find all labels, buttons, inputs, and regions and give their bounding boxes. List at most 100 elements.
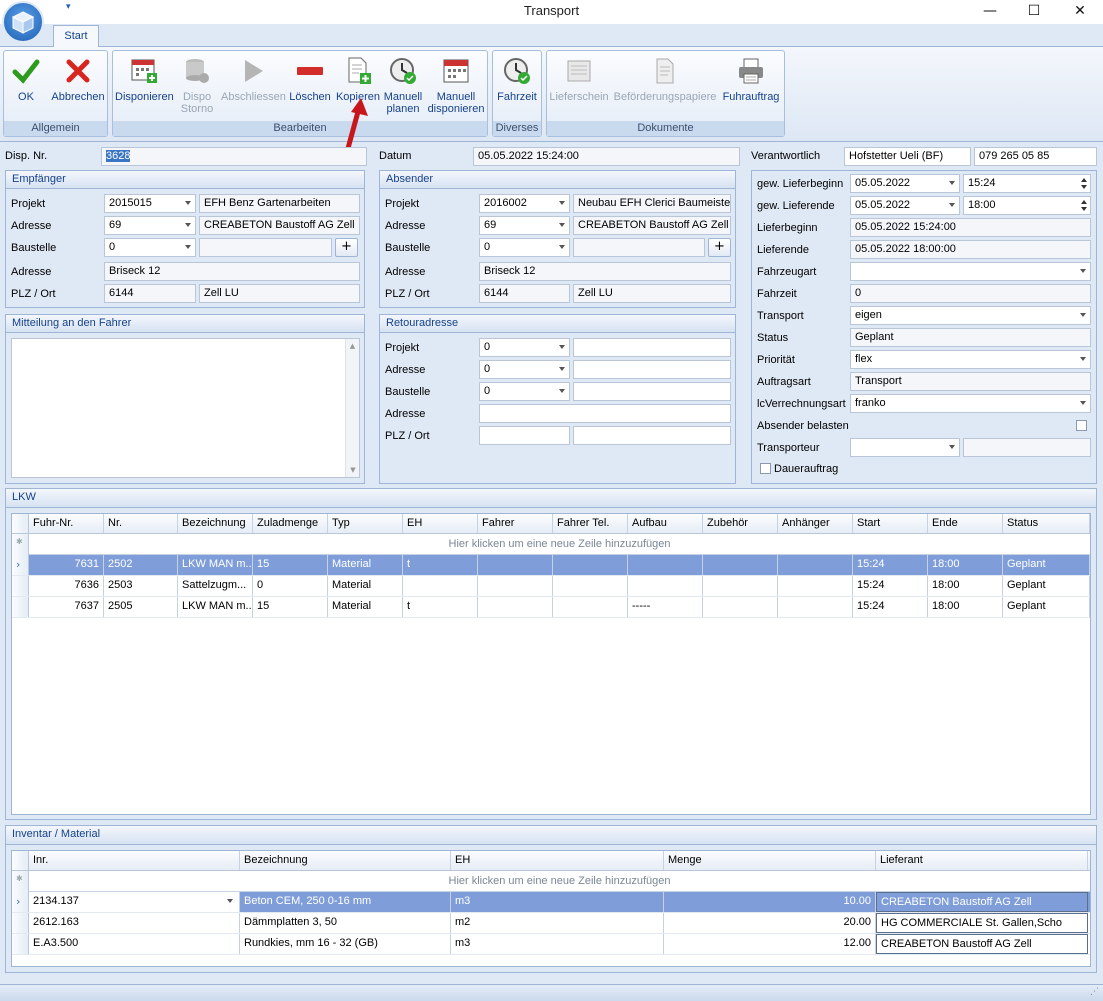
group-label: Allgemein xyxy=(4,121,107,136)
table-row[interactable]: 2612.163 Dämmplatten 3, 50 m2 20.00 HG COMME… xyxy=(12,913,1090,934)
manuell-planen-button[interactable]: Manuell planen xyxy=(383,55,423,115)
app-cube-icon[interactable] xyxy=(2,1,44,43)
column-header[interactable]: Inr. xyxy=(29,851,240,870)
lieferschein-button[interactable]: Lieferschein xyxy=(549,55,609,103)
disp-nr-field[interactable]: 3628 xyxy=(101,147,367,166)
minimize-button[interactable]: — xyxy=(967,0,1013,22)
retour-strasse-field[interactable] xyxy=(479,404,731,423)
empfaenger-baustelle-name xyxy=(199,238,332,257)
close-button[interactable]: ✕ xyxy=(1057,0,1103,22)
column-header[interactable]: Start xyxy=(853,514,928,533)
resize-grip-icon[interactable]: ⋰ xyxy=(1090,987,1099,997)
retour-baustelle-name[interactable] xyxy=(573,382,731,401)
column-header[interactable]: Bezeichnung xyxy=(240,851,451,870)
inventar-grid[interactable]: Inr. Bezeichnung EH Menge Lieferant ✱ Hier kli… xyxy=(11,850,1091,967)
fahrzeit-button[interactable]: Fahrzeit xyxy=(495,55,539,103)
column-header[interactable]: Status xyxy=(1003,514,1090,533)
chevron-down-icon[interactable] xyxy=(227,899,233,903)
vertical-scrollbar[interactable]: ▲ ▼ xyxy=(345,339,359,477)
dispo-storno-button[interactable]: Dispo Storno xyxy=(177,55,217,115)
manuell-label: Manuell xyxy=(383,91,423,103)
column-header[interactable]: Fahrer xyxy=(478,514,553,533)
column-header[interactable]: Typ xyxy=(328,514,403,533)
retour-projekt-name[interactable] xyxy=(573,338,731,357)
gew-lieferbeginn-date[interactable]: 05.05.2022 xyxy=(850,174,960,193)
table-row[interactable]: E.A3.500 Rundkies, mm 16 - 32 (GB) m3 12.00… xyxy=(12,934,1090,955)
absender-projekt-combo[interactable]: 2016002 xyxy=(479,194,570,213)
maximize-button[interactable]: ☐ xyxy=(1011,0,1057,22)
column-header[interactable]: EH xyxy=(403,514,478,533)
new-row[interactable]: ✱ Hier klicken um eine neue Zeile hinzuzu… xyxy=(12,534,1090,555)
table-row[interactable]: › 2134.137 Beton CEM, 250 0-16 mm m3 10.00 CR… xyxy=(12,892,1090,913)
column-header[interactable]: Bezeichnung xyxy=(178,514,253,533)
verantwortlich-field[interactable]: Hofstetter Ueli (BF) xyxy=(844,147,971,166)
plz-ort-label: PLZ / Ort xyxy=(385,430,430,442)
loeschen-button[interactable]: Löschen xyxy=(289,55,331,103)
abschliessen-button[interactable]: Abschliessen xyxy=(221,55,286,103)
verrechnungsart-combo[interactable]: franko xyxy=(850,394,1091,413)
empfaenger-projekt-combo[interactable]: 2015015 xyxy=(104,194,196,213)
table-row[interactable]: 7637 2505 LKW MAN m... 15 Material t ----- 15:2… xyxy=(12,597,1090,618)
table-cell: m3 xyxy=(451,892,664,912)
retour-projekt-combo[interactable]: 0 xyxy=(479,338,570,357)
spinner-value: 15:24 xyxy=(968,177,996,189)
projekt-label: Projekt xyxy=(385,198,420,210)
retour-ort-field[interactable] xyxy=(573,426,731,445)
spin-down-icon[interactable] xyxy=(1081,185,1087,189)
fuhrauftrag-button[interactable]: Fuhrauftrag xyxy=(720,55,782,103)
column-header[interactable]: Ende xyxy=(928,514,1003,533)
manuell-disponieren-button[interactable]: Manuell disponieren xyxy=(426,55,486,115)
empfaenger-adresse-combo[interactable]: 69 xyxy=(104,216,196,235)
projekt-label: Projekt xyxy=(385,342,420,354)
table-cell: 15 xyxy=(253,555,328,575)
column-header[interactable]: EH xyxy=(451,851,664,870)
ok-button[interactable]: OK xyxy=(8,55,44,103)
clock-check-icon xyxy=(501,55,533,87)
column-header[interactable]: Menge xyxy=(664,851,876,870)
abbrechen-button[interactable]: Abbrechen xyxy=(50,55,106,103)
befoerderungspapiere-button[interactable]: Beförderungspapiere xyxy=(612,55,718,103)
spin-down-icon[interactable] xyxy=(1081,207,1087,211)
add-baustelle-button[interactable]: + xyxy=(708,238,731,257)
column-header[interactable]: Zuladmenge xyxy=(253,514,328,533)
transport-combo[interactable]: eigen xyxy=(850,306,1091,325)
new-row[interactable]: ✱ Hier klicken um eine neue Zeile hinzuzu… xyxy=(12,871,1090,892)
transporteur-combo[interactable] xyxy=(850,438,960,457)
retour-plz-field[interactable] xyxy=(479,426,570,445)
column-header[interactable]: Fuhr-Nr. xyxy=(29,514,104,533)
retour-baustelle-combo[interactable]: 0 xyxy=(479,382,570,401)
mitteilung-textarea[interactable]: ▲ ▼ xyxy=(11,338,360,478)
add-baustelle-button[interactable]: + xyxy=(335,238,358,257)
absender-adresse-combo[interactable]: 69 xyxy=(479,216,570,235)
prioritaet-combo[interactable]: flex xyxy=(850,350,1091,369)
lkw-grid[interactable]: Fuhr-Nr. Nr. Bezeichnung Zuladmenge Typ EH Fah… xyxy=(11,513,1091,815)
fahrzeugart-combo[interactable] xyxy=(850,262,1091,281)
column-header[interactable]: Anhänger xyxy=(778,514,853,533)
column-header[interactable]: Lieferant xyxy=(876,851,1088,870)
table-row[interactable]: › 7631 2502 LKW MAN m... 15 Material t 15:24 18:… xyxy=(12,555,1090,576)
mitteilung-title: Mitteilung an den Fahrer xyxy=(6,315,364,333)
column-header[interactable]: Zubehör xyxy=(703,514,778,533)
gew-lieferende-time[interactable]: 18:00 xyxy=(963,196,1091,215)
spin-up-icon[interactable] xyxy=(1081,178,1087,182)
table-row[interactable]: 7636 2503 Sattelzugm... 0 Material 15:24 18:00… xyxy=(12,576,1090,597)
absender-belasten-checkbox[interactable] xyxy=(1076,420,1087,431)
retour-adresse-combo[interactable]: 0 xyxy=(479,360,570,379)
table-cell xyxy=(478,597,553,617)
column-header[interactable]: Nr. xyxy=(104,514,178,533)
column-header[interactable]: Fahrer Tel. xyxy=(553,514,628,533)
gew-lieferende-date[interactable]: 05.05.2022 xyxy=(850,196,960,215)
dauerauftrag-checkbox[interactable] xyxy=(760,463,771,474)
spin-up-icon[interactable] xyxy=(1081,200,1087,204)
datum-field[interactable]: 05.05.2022 15:24:00 xyxy=(473,147,740,166)
absender-baustelle-combo[interactable]: 0 xyxy=(479,238,570,257)
gew-lieferbeginn-time[interactable]: 15:24 xyxy=(963,174,1091,193)
empfaenger-baustelle-combo[interactable]: 0 xyxy=(104,238,196,257)
fuhrauftrag-label: Fuhrauftrag xyxy=(722,91,780,103)
tab-start[interactable]: Start xyxy=(53,25,99,47)
auftragsart-field: Transport xyxy=(850,372,1091,391)
disponieren-button[interactable]: Disponieren xyxy=(115,55,174,103)
telefon-field[interactable]: 079 265 05 85 xyxy=(974,147,1097,166)
column-header[interactable]: Aufbau xyxy=(628,514,703,533)
retour-adresse-name[interactable] xyxy=(573,360,731,379)
